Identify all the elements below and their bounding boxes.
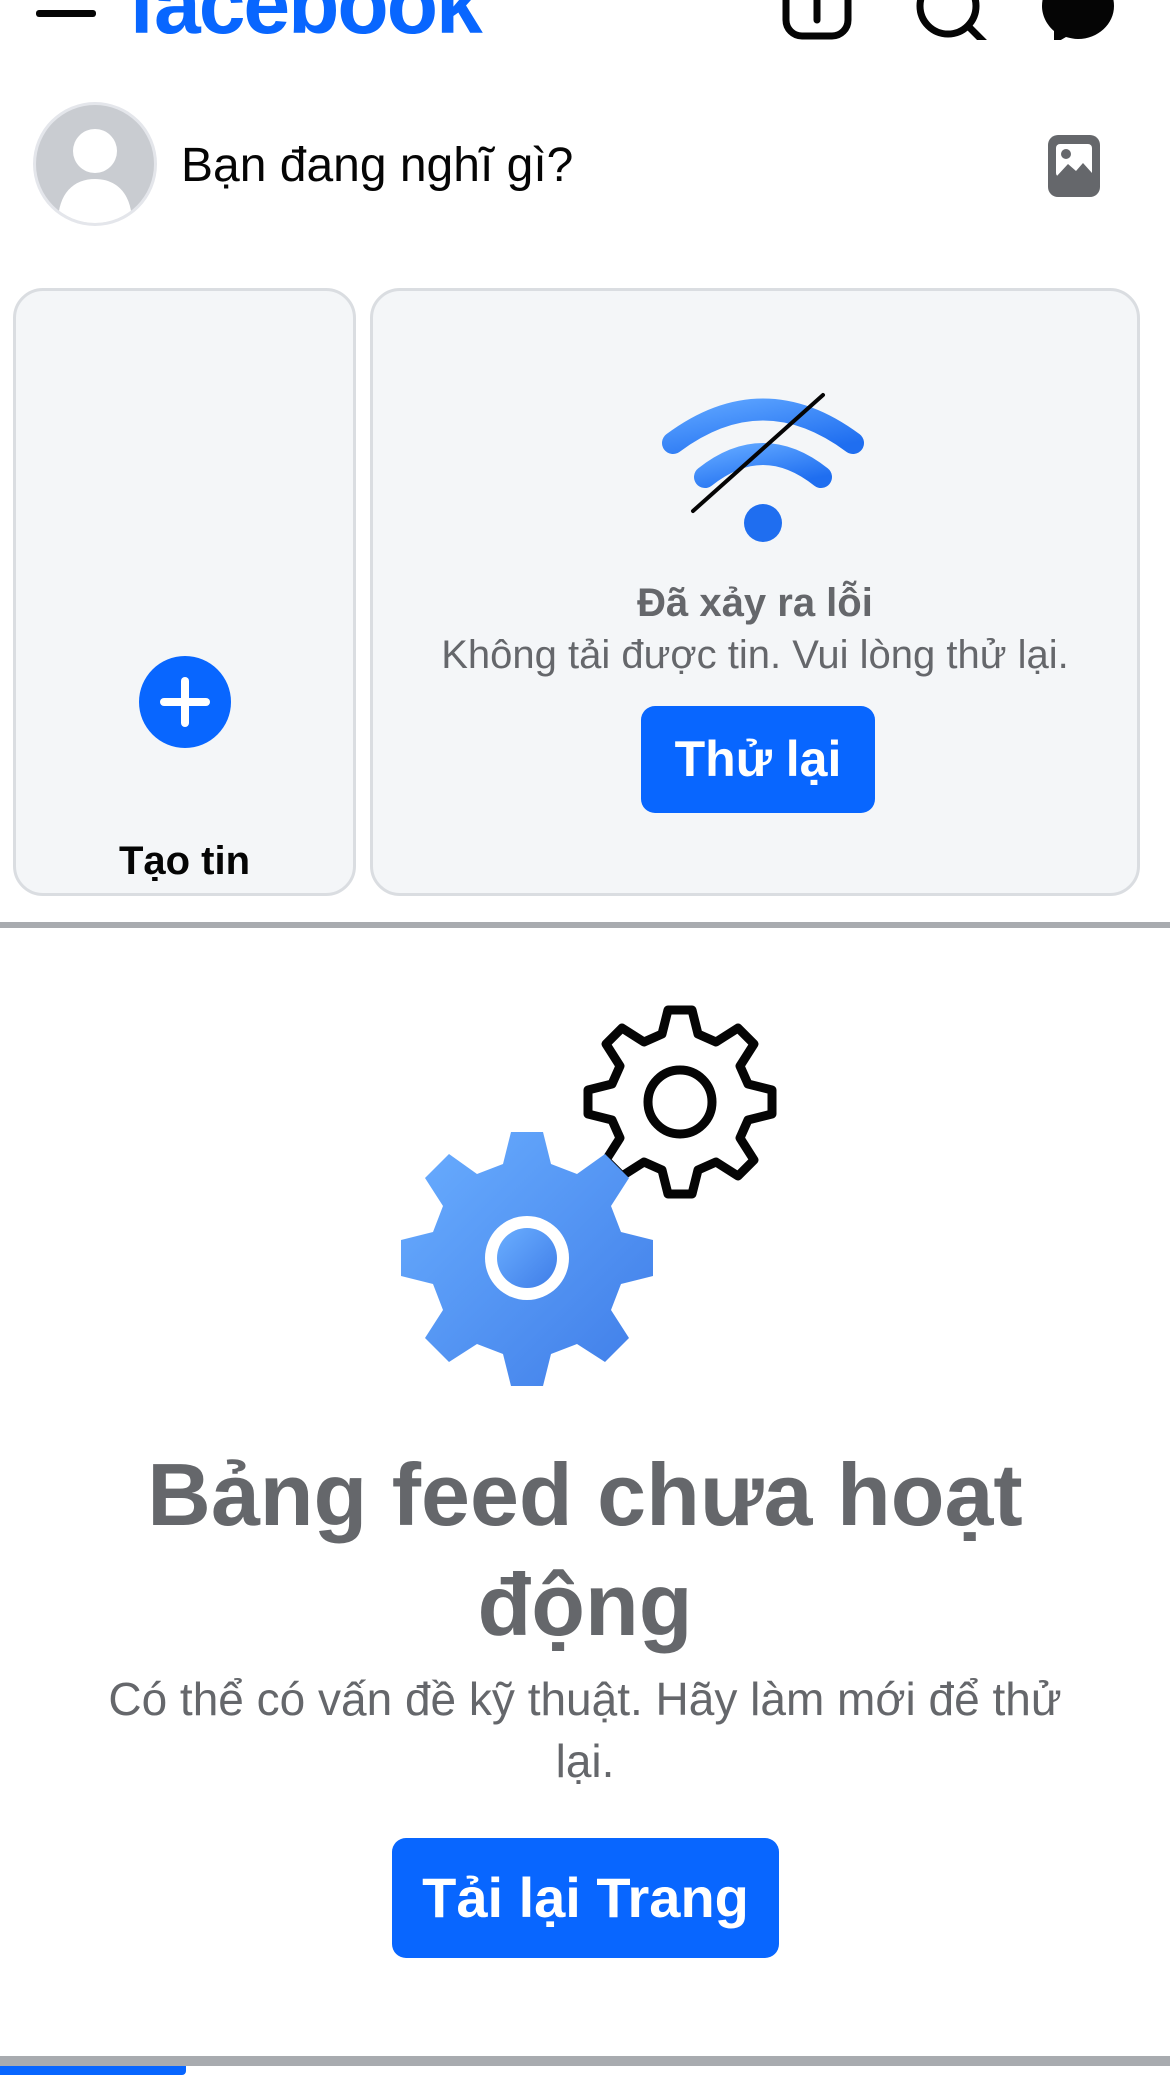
section-divider — [0, 922, 1170, 928]
plus-icon[interactable] — [139, 656, 231, 748]
stories-error-message: Không tải được tin. Vui lòng thử lại. — [441, 633, 1069, 677]
gears-icon — [401, 1005, 777, 1386]
facebook-logo[interactable]: facebook — [128, 0, 483, 40]
composer-prompt[interactable]: Bạn đang nghĩ gì? — [181, 138, 573, 193]
feed-error-title: Bảng feed chưa hoạt động — [147, 1445, 1023, 1654]
search-icon[interactable] — [912, 0, 992, 40]
create-story-card[interactable]: Tạo tin — [13, 288, 356, 896]
avatar[interactable] — [36, 105, 154, 223]
default-user-icon — [58, 129, 132, 223]
tab-active-indicator — [0, 2066, 186, 2075]
retry-button[interactable]: Thử lại — [641, 706, 875, 813]
reload-page-button[interactable]: Tải lại Trang — [392, 1838, 779, 1958]
add-icon[interactable] — [782, 0, 852, 40]
plus-glyph — [160, 677, 210, 727]
post-composer[interactable]: Bạn đang nghĩ gì? — [0, 90, 1170, 240]
stories-error-card: Đã xảy ra lỗi Không tải được tin. Vui lò… — [370, 288, 1140, 896]
bottom-divider — [0, 2056, 1170, 2066]
menu-icon[interactable] — [36, 10, 96, 17]
messenger-icon[interactable] — [1040, 0, 1116, 40]
create-story-label: Tạo tin — [118, 839, 251, 883]
photo-icon[interactable] — [1048, 135, 1100, 197]
top-bar: facebook — [0, 0, 1170, 40]
stories-error-title: Đã xảy ra lỗi — [637, 581, 873, 625]
wifi-off-icon — [662, 393, 864, 542]
feed-error-message: Có thể có vấn đề kỹ thuật. Hãy làm mới đ… — [108, 1673, 1062, 1787]
